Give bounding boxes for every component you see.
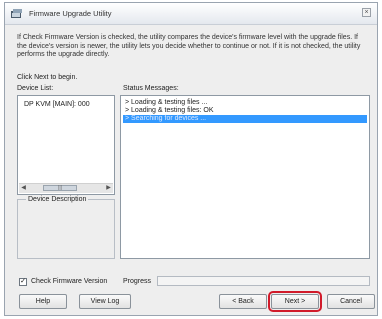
horizontal-scrollbar[interactable]: ◀ ||| ▶ [19,183,113,193]
back-button[interactable]: < Back [219,294,267,309]
instructions-text: Click Next to begin. [17,74,78,81]
cancel-button[interactable]: Cancel [327,294,375,309]
status-messages-label: Status Messages: [123,85,179,92]
check-firmware-checkbox[interactable]: ✓ [19,278,27,286]
help-button[interactable]: Help [19,294,67,309]
close-button[interactable]: × [362,8,371,17]
check-firmware-label[interactable]: Check Firmware Version [31,278,107,285]
status-message-selected: > Searching for devices ... [123,115,367,123]
status-message: > Loading & testing files: OK [125,107,214,114]
window-title: Firmware Upgrade Utility [29,9,112,18]
description-text: If Check Firmware Version is checked, th… [17,34,361,58]
app-icon [11,9,22,18]
status-message: > Loading & testing files ... [125,99,208,106]
scroll-thumb[interactable]: ||| [43,185,77,191]
device-description-label: Device Description [26,196,89,203]
next-button[interactable]: Next > [268,291,322,312]
list-item[interactable]: DP KVM [MAIN]: 000 [24,101,90,108]
status-messages-box[interactable]: > Loading & testing files ... > Loading … [120,95,370,259]
device-description-group: Device Description [17,196,115,259]
device-list[interactable]: DP KVM [MAIN]: 000 ◀ ||| ▶ [17,95,115,195]
device-list-label: Device List: [17,85,54,92]
scroll-right-icon[interactable]: ▶ [104,184,113,193]
title-bar[interactable]: Firmware Upgrade Utility × [5,3,377,25]
view-log-button[interactable]: View Log [79,294,131,309]
progress-bar [157,276,370,286]
progress-label: Progress [123,278,152,285]
scroll-left-icon[interactable]: ◀ [19,184,28,193]
firmware-upgrade-window: Firmware Upgrade Utility × If Check Firm… [4,2,378,316]
